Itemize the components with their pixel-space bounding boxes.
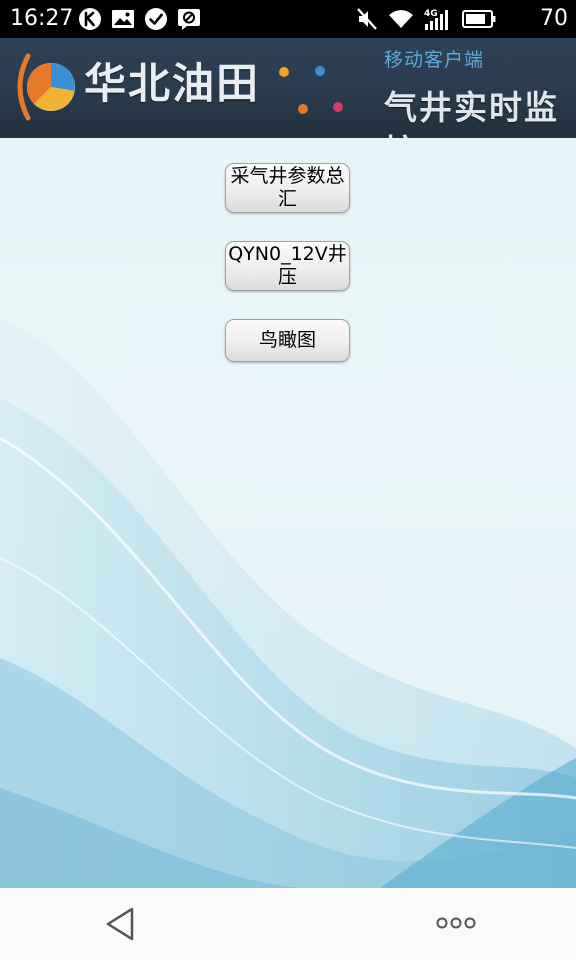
status-time: 16:27 [10,6,74,31]
k-app-icon [79,8,101,30]
well-pressure-button[interactable]: QYN0_12V井压 [225,241,350,291]
check-circle-icon [145,8,167,30]
network-type-label: 4G [424,9,438,19]
status-bar: 16:27 4G 70 [0,0,576,38]
header-subtitle: 气井实时监控 [384,88,559,138]
more-dots-icon[interactable] [436,916,476,930]
blocked-icon [178,9,200,30]
navigation-bar [0,888,576,960]
decorative-dots-icon [279,66,343,114]
battery-icon [462,10,496,28]
signal-4g-icon: 4G [424,9,448,30]
back-icon[interactable] [104,906,136,942]
company-logo-icon [17,53,75,121]
main-content: 采气井参数总汇 QYN0_12V井压 鸟瞰图 [0,138,576,888]
mute-icon [357,8,377,30]
company-name: 华北油田 [84,59,261,108]
header-subtitle-small: 移动客户端 [384,49,485,71]
system-icons: 4G [356,7,496,31]
battery-level: 70 [540,6,568,31]
notification-icons [78,7,201,31]
gas-well-params-summary-button[interactable]: 采气井参数总汇 [225,163,350,213]
image-icon [112,10,134,28]
birds-eye-view-button[interactable]: 鸟瞰图 [225,319,350,362]
wifi-icon [389,10,413,28]
app-header-banner: 华北油田 移动客户端 气井实时监控 [0,38,576,138]
